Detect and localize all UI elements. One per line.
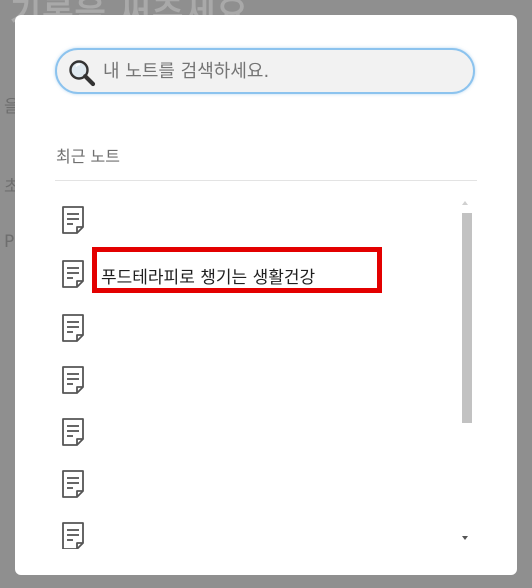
note-item[interactable] xyxy=(59,311,439,345)
note-icon xyxy=(62,314,84,342)
recent-notes-title: 최근 노트 xyxy=(56,147,120,166)
note-item[interactable] xyxy=(59,467,439,501)
background-fragment: P xyxy=(4,232,15,252)
note-icon xyxy=(62,206,84,234)
note-icon xyxy=(62,522,84,549)
note-item[interactable] xyxy=(59,203,439,237)
search-box[interactable] xyxy=(55,48,475,94)
scrollbar[interactable] xyxy=(459,198,473,543)
note-icon xyxy=(62,418,84,446)
note-item[interactable] xyxy=(59,415,439,449)
scroll-thumb[interactable] xyxy=(462,213,472,423)
note-item[interactable]: 푸드테라피로 챙기는 생활건강 xyxy=(59,257,439,291)
note-icon xyxy=(62,470,84,498)
search-icon xyxy=(69,60,96,87)
scroll-down-arrow-icon[interactable] xyxy=(462,536,468,540)
note-icon xyxy=(62,260,84,288)
note-item[interactable] xyxy=(59,363,439,397)
recent-note-list: 푸드테라피로 챙기는 생활건강 xyxy=(59,203,455,549)
note-search-modal: 최근 노트 푸드테라피로 챙기는 생활건강 xyxy=(15,15,517,575)
divider xyxy=(55,180,477,181)
search-input[interactable] xyxy=(103,50,463,92)
note-icon xyxy=(62,366,84,394)
scroll-up-arrow-icon[interactable] xyxy=(462,201,468,205)
note-item[interactable] xyxy=(59,519,439,549)
note-title: 푸드테라피로 챙기는 생활건강 xyxy=(101,268,316,288)
